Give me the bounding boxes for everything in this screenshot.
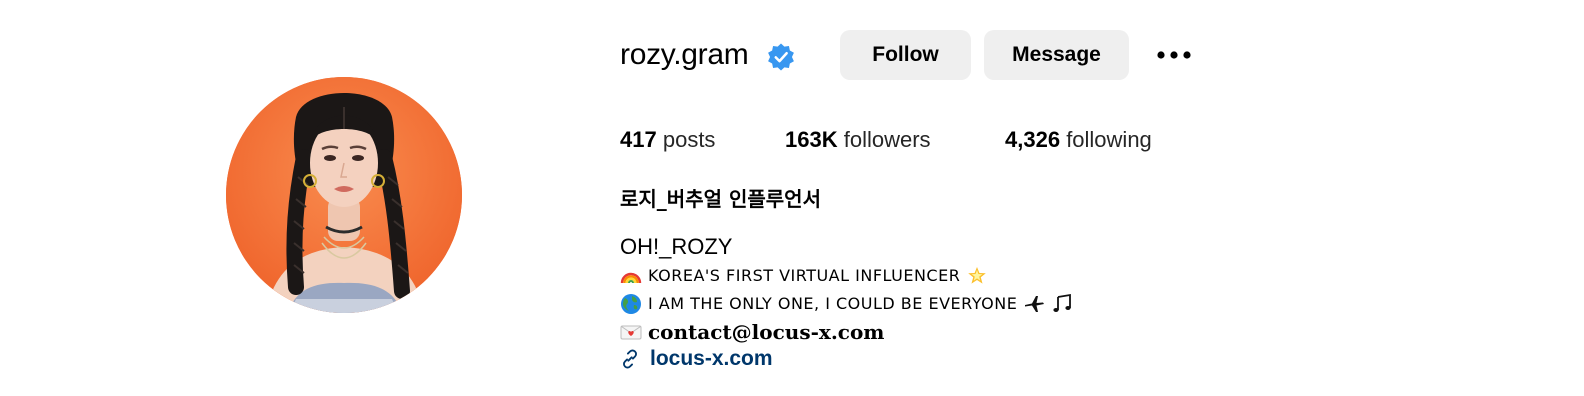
bio-line-3: contact@locus-x.com — [620, 320, 884, 344]
glowing-star-icon — [968, 267, 987, 284]
posts-label: posts — [662, 127, 716, 152]
more-options-icon[interactable] — [1152, 40, 1196, 70]
posts-count: 417 — [620, 127, 657, 152]
following-count: 4,326 — [1005, 127, 1061, 152]
message-button[interactable]: Message — [984, 30, 1129, 80]
bio-contact-email: contact@locus-x.com — [648, 320, 885, 344]
airplane-icon — [1025, 296, 1045, 312]
verified-badge-icon — [768, 43, 794, 71]
following-label: following — [1066, 127, 1152, 152]
bio-external-link[interactable]: locus-x.com — [620, 347, 773, 371]
followers-stat[interactable]: 163K followers — [785, 126, 931, 154]
bio-link-text[interactable]: locus-x.com — [650, 347, 773, 371]
bio-title: OH!_ROZY — [620, 234, 733, 259]
following-stat[interactable]: 4,326 following — [1005, 126, 1152, 154]
love-letter-icon — [620, 325, 642, 340]
link-icon — [623, 349, 637, 369]
followers-count: 163K — [785, 127, 838, 152]
follow-button[interactable]: Follow — [840, 30, 971, 80]
bio-line-2: I AM THE ONLY ONE, I COULD BE EVERYONE — [620, 292, 1073, 316]
avatar-image — [226, 77, 462, 313]
posts-stat: 417 posts — [620, 126, 715, 154]
bio-line-1-text: KOREA'S FIRST VIRTUAL INFLUENCER — [648, 266, 961, 285]
music-notes-icon — [1053, 293, 1072, 312]
globe-icon — [621, 294, 641, 314]
bio-line-1: KOREA'S FIRST VIRTUAL INFLUENCER — [620, 264, 988, 288]
followers-label: followers — [843, 127, 931, 152]
profile-avatar[interactable] — [226, 77, 462, 313]
profile-full-name: 로지_버추얼 인플루언서 — [620, 187, 821, 211]
rainbow-icon — [620, 272, 642, 284]
profile-username: rozy.gram — [620, 38, 749, 71]
bio-line-2-text: I AM THE ONLY ONE, I COULD BE EVERYONE — [648, 294, 1018, 313]
